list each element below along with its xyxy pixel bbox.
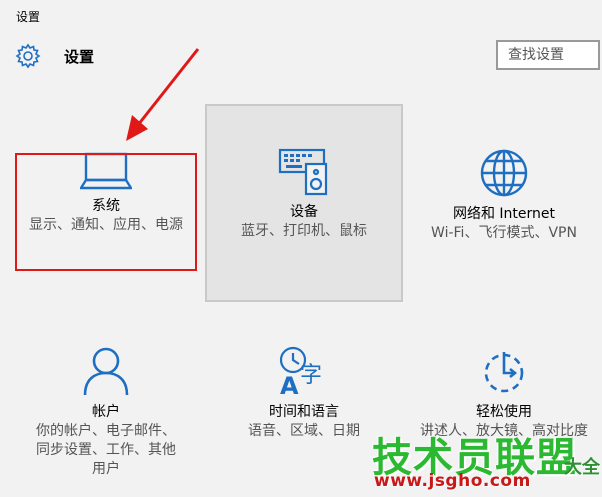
svg-text:字: 字 <box>300 363 322 388</box>
tile-subtitle: 你的帐户、电子邮件、同步设置、工作、其他用户 <box>36 423 176 477</box>
watermark-side: 大全 <box>564 457 600 478</box>
globe-icon <box>480 149 528 197</box>
tile-accounts[interactable]: 帐户 你的帐户、电子邮件、同步设置、工作、其他用户 <box>8 346 204 479</box>
tile-subtitle: 蓝牙、打印机、鼠标 <box>241 223 367 239</box>
tile-title: 帐户 <box>92 404 120 420</box>
tile-network[interactable]: 网络和 Internet Wi-Fi、飞行模式、VPN <box>406 148 602 243</box>
tile-title: 网络和 Internet <box>452 206 556 222</box>
page-title: 设置 <box>64 48 95 66</box>
tile-title: 设备 <box>290 204 318 220</box>
search-input[interactable] <box>508 42 600 68</box>
watermark-url: www.jsgho.com <box>374 471 531 491</box>
ease-of-access-icon <box>484 352 524 393</box>
window-title: 设置 <box>16 10 41 24</box>
annotation-arrow <box>126 48 200 141</box>
time-language-icon: A 字 <box>279 346 322 396</box>
person-icon <box>83 347 129 396</box>
annotation-highlight-box <box>15 153 197 271</box>
watermark: 技术员联盟 大全 www.jsgho.com <box>368 425 602 497</box>
tile-devices[interactable]: 设备 蓝牙、打印机、鼠标 <box>206 148 402 241</box>
devices-icon <box>278 148 328 196</box>
tile-subtitle: Wi-Fi、飞行模式、VPN <box>431 225 577 241</box>
tile-title: 轻松使用 <box>476 404 532 420</box>
tile-title: 时间和语言 <box>269 404 339 420</box>
gear-icon <box>15 43 41 69</box>
search-box[interactable] <box>496 40 600 70</box>
svg-text:A: A <box>280 372 299 396</box>
